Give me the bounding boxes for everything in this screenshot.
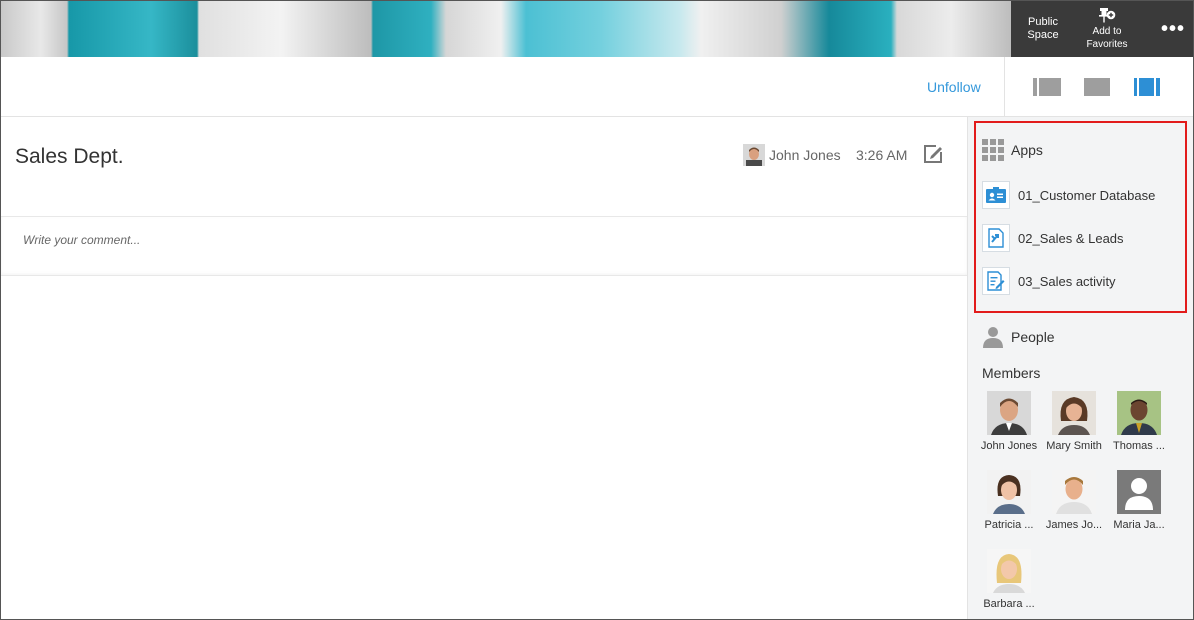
thread-toolbar: Unfollow [1,57,1193,117]
author-name: John Jones [769,147,841,163]
people-title: People [1011,329,1055,345]
app-label: 03_Sales activity [1018,273,1116,289]
app-item-sales-activity[interactable]: 03_Sales activity [982,267,1116,295]
app-window: Public Space Add to Favorites ••• Unfoll… [0,0,1194,620]
toolbar-divider [1004,57,1005,117]
member-name: Maria Ja... [1113,519,1165,531]
apps-title: Apps [1011,142,1043,158]
thread-author[interactable]: John Jones [743,144,841,166]
layout-three-column-button[interactable] [1134,78,1162,96]
sales-activity-icon [982,267,1010,295]
member-john-jones[interactable]: John Jones [978,391,1040,452]
person-icon [983,327,1003,348]
members-title: Members [982,365,1041,381]
layout-sidebar-left-button[interactable] [1033,78,1061,96]
member-name: James Jo... [1045,519,1103,531]
right-sidebar: Apps 01_Customer Database 02_Sales & Lea… [967,117,1193,619]
member-barbara[interactable]: Barbara ... [978,549,1040,610]
more-options-button[interactable]: ••• [1151,1,1193,57]
member-mary-smith[interactable]: Mary Smith [1043,391,1105,452]
thread-title: Sales Dept. [15,145,124,168]
apps-grid-icon [982,139,1004,161]
unfollow-link[interactable]: Unfollow [927,79,981,95]
add-to-favorites-button[interactable]: Add to Favorites [1075,1,1139,57]
member-patricia[interactable]: Patricia ... [978,470,1040,531]
app-item-sales-leads[interactable]: 02_Sales & Leads [982,224,1124,252]
member-avatar [1117,391,1161,435]
app-label: 01_Customer Database [1018,187,1156,203]
member-avatar [987,549,1031,593]
comment-placeholder: Write your comment... [23,233,141,247]
member-name: Barbara ... [983,598,1035,610]
member-name: John Jones [980,440,1038,452]
header-actions: Public Space Add to Favorites ••• [1011,1,1193,57]
thread-main: Sales Dept. John Jones 3:26 AM Write you… [1,117,967,619]
member-name: Thomas ... [1113,440,1165,452]
edit-icon[interactable] [922,143,944,165]
member-avatar [1052,391,1096,435]
post-time: 3:26 AM [856,147,908,163]
people-section-header: People [982,326,1055,348]
layout-full-button[interactable] [1084,78,1112,96]
default-user-icon [1117,470,1161,514]
member-avatar [987,391,1031,435]
member-avatar [1052,470,1096,514]
member-maria[interactable]: Maria Ja... [1108,470,1170,531]
member-avatar [987,470,1031,514]
member-james[interactable]: James Jo... [1043,470,1105,531]
favorites-label-1: Add to [1092,26,1122,37]
comment-box[interactable]: Write your comment... [1,216,967,276]
author-avatar [743,144,765,166]
member-name: Patricia ... [984,519,1034,531]
customer-database-icon [982,181,1010,209]
app-label: 02_Sales & Leads [1018,230,1124,246]
public-space-button[interactable]: Public Space [1011,1,1075,57]
favorites-label-2: Favorites [1086,39,1128,50]
apps-section-header: Apps [982,139,1043,161]
public-space-label-1: Public [1028,16,1058,28]
app-item-customer-database[interactable]: 01_Customer Database [982,181,1155,209]
member-name: Mary Smith [1046,440,1102,452]
sales-leads-icon [982,224,1010,252]
public-space-label-2: Space [1027,29,1059,41]
pin-plus-icon [1099,8,1116,23]
member-thomas[interactable]: Thomas ... [1108,391,1170,452]
